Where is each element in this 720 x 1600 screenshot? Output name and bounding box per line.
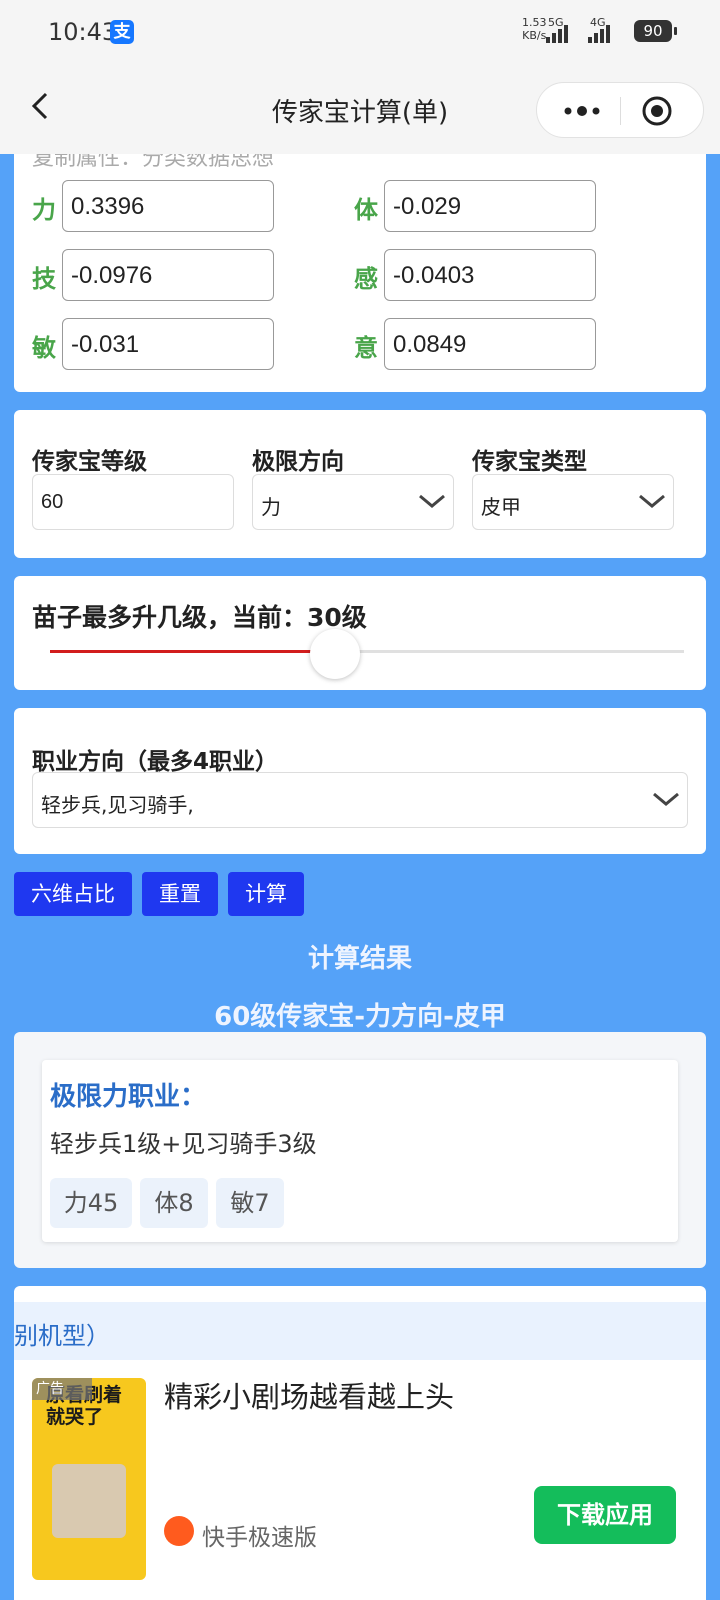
weight-label: 意 bbox=[354, 334, 378, 362]
result-subtitle: 60级传家宝-力方向-皮甲 bbox=[214, 1002, 506, 1032]
weight-input[interactable]: -0.031 bbox=[62, 318, 274, 370]
hint-text: 别机型） bbox=[14, 1322, 110, 1350]
weights-header-text: 复制属性：分类数据思想 bbox=[32, 154, 275, 171]
result-detail: 轻步兵1级+见习骑手3级 bbox=[50, 1130, 317, 1158]
more-icon[interactable] bbox=[557, 97, 607, 125]
ad-tag: 广告 bbox=[32, 1378, 92, 1400]
settings-card: 传家宝等级 60 极限方向 力 传家宝类型 皮甲 bbox=[14, 410, 706, 558]
career-label: 职业方向（最多4职业） bbox=[32, 749, 279, 775]
reset-button[interactable]: 重置 bbox=[142, 872, 218, 916]
ratio-button[interactable]: 六维占比 bbox=[14, 872, 132, 916]
direction-select[interactable]: 力 bbox=[252, 474, 454, 530]
stat-chip: 敏7 bbox=[216, 1178, 284, 1228]
net-speed: 1.53 KB/s bbox=[522, 16, 547, 42]
ad-thumb-image bbox=[52, 1464, 126, 1538]
weight-label: 技 bbox=[32, 265, 56, 293]
type-label: 传家宝类型 bbox=[472, 449, 587, 475]
weight-input[interactable]: -0.0976 bbox=[62, 249, 274, 301]
result-inner-card: 极限力职业： 轻步兵1级+见习骑手3级 力45 体8 敏7 bbox=[42, 1060, 678, 1242]
capsule-divider bbox=[620, 97, 621, 125]
level-slider-card: 苗子最多升几级，当前：30级 bbox=[14, 576, 706, 690]
weight-input[interactable]: 0.0849 bbox=[384, 318, 596, 370]
weight-label: 体 bbox=[354, 196, 378, 224]
level-input[interactable]: 60 bbox=[32, 474, 234, 530]
battery-icon: 90 bbox=[634, 20, 677, 42]
hint-band: 别机型） bbox=[14, 1302, 706, 1360]
chevron-down-icon bbox=[653, 792, 679, 806]
signal-icon-2 bbox=[588, 24, 612, 43]
result-card-title: 极限力职业： bbox=[50, 1082, 207, 1112]
miniapp-capsule bbox=[536, 82, 704, 138]
slider-thumb[interactable] bbox=[310, 629, 361, 679]
result-title: 计算结果 bbox=[307, 944, 412, 974]
career-select[interactable]: 轻步兵,见习骑手, bbox=[32, 772, 688, 828]
net-speed-unit: KB/s bbox=[522, 29, 547, 42]
kuaishou-logo-icon bbox=[164, 1516, 194, 1546]
signal-icon bbox=[546, 24, 570, 43]
slider-track[interactable] bbox=[50, 650, 684, 653]
close-miniapp-icon[interactable] bbox=[641, 95, 673, 127]
level-label: 传家宝等级 bbox=[32, 449, 147, 475]
career-card: 职业方向（最多4职业） 轻步兵,见习骑手, bbox=[14, 708, 706, 854]
nav-bar: 传家宝计算(单) bbox=[0, 64, 720, 154]
slider-title: 苗子最多升几级，当前：30级 bbox=[32, 603, 367, 632]
chevron-down-icon bbox=[419, 494, 445, 508]
career-value: 轻步兵,见习骑手, bbox=[41, 793, 194, 817]
weight-label: 感 bbox=[354, 265, 378, 293]
result-card: 极限力职业： 轻步兵1级+见习骑手3级 力45 体8 敏7 bbox=[14, 1032, 706, 1268]
weight-label: 敏 bbox=[32, 334, 56, 362]
ad-brand: 快手极速版 bbox=[202, 1525, 317, 1551]
direction-value: 力 bbox=[261, 497, 281, 519]
calculate-button[interactable]: 计算 bbox=[228, 872, 304, 916]
direction-label: 极限方向 bbox=[252, 449, 344, 475]
ad-thumbnail[interactable]: 原看刷着 就哭了 广告 bbox=[32, 1378, 146, 1580]
ad-card: 别机型） 原看刷着 就哭了 广告 精彩小剧场越看越上头 快手极速版 下载应用 bbox=[14, 1286, 706, 1600]
download-app-button[interactable]: 下载应用 bbox=[534, 1486, 676, 1544]
status-time: 10:43 bbox=[48, 18, 118, 46]
alipay-icon: 支 bbox=[110, 20, 134, 44]
status-bar: 10:43 支 1.53 KB/s 5G 4G 90 bbox=[0, 0, 720, 64]
stat-chip: 体8 bbox=[140, 1178, 208, 1228]
ad-title[interactable]: 精彩小剧场越看越上头 bbox=[164, 1374, 454, 1416]
stat-chip: 力45 bbox=[50, 1178, 132, 1228]
slider-fill bbox=[50, 650, 336, 653]
weight-input[interactable]: -0.029 bbox=[384, 180, 596, 232]
type-select[interactable]: 皮甲 bbox=[472, 474, 674, 530]
type-value: 皮甲 bbox=[481, 497, 521, 519]
chevron-down-icon bbox=[639, 494, 665, 508]
ad-thumb-line2: 就哭了 bbox=[46, 1406, 104, 1428]
weight-label: 力 bbox=[32, 196, 56, 224]
net-speed-value: 1.53 bbox=[522, 16, 547, 29]
weight-input[interactable]: -0.0403 bbox=[384, 249, 596, 301]
weights-card: 复制属性：分类数据思想 力 0.3396 体 -0.029 技 -0.0976 … bbox=[14, 154, 706, 392]
weight-input[interactable]: 0.3396 bbox=[62, 180, 274, 232]
